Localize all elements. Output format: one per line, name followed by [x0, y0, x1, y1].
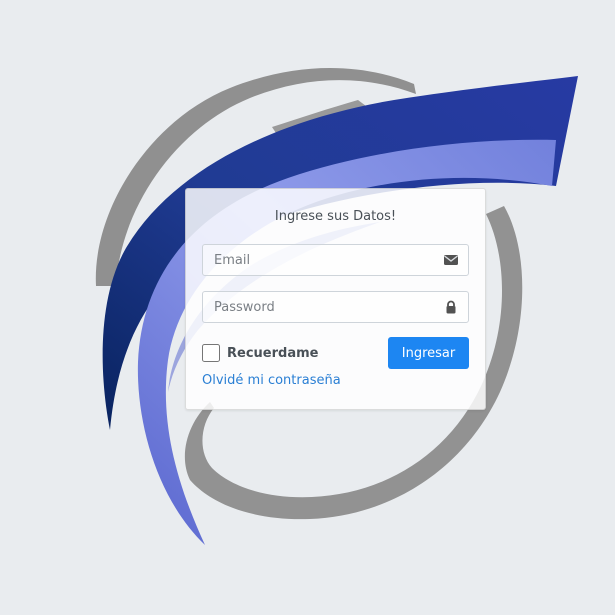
login-title: Ingrese sus Datos! [274, 209, 397, 224]
password-input-group [202, 291, 469, 323]
email-input[interactable] [203, 245, 433, 275]
remember-me-label: Recuerdame [227, 345, 319, 361]
email-input-group [202, 244, 469, 276]
login-button[interactable]: Ingresar [388, 337, 469, 369]
login-page: Ingrese sus Datos! Recuerdame Ingresar O… [0, 0, 615, 615]
forgot-password-link[interactable]: Olvidé mi contraseña [202, 373, 341, 388]
login-card: Ingrese sus Datos! Recuerdame Ingresar O… [185, 188, 486, 410]
envelope-icon [444, 255, 458, 265]
lock-icon [446, 300, 456, 314]
remember-me-checkbox[interactable] [202, 344, 220, 362]
password-input[interactable] [203, 292, 433, 322]
remember-me: Recuerdame [202, 343, 318, 363]
